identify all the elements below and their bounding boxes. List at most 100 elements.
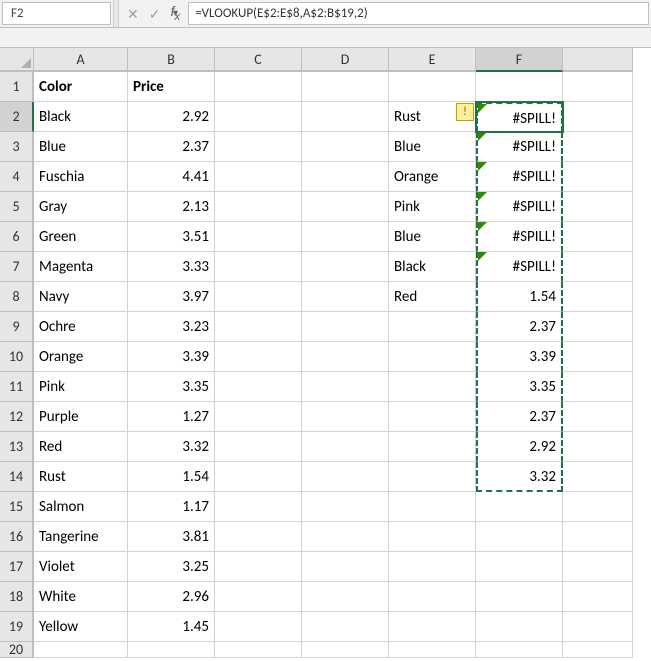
fx-icon[interactable]: fx [170, 4, 180, 22]
cell-B5[interactable]: 2.13 [128, 192, 215, 222]
cell-F6[interactable]: #SPILL! [476, 222, 563, 252]
cell-G11[interactable] [563, 372, 633, 402]
cell-C1[interactable] [215, 72, 302, 102]
cell-C12[interactable] [215, 402, 302, 432]
row-header-19[interactable]: 19 [0, 612, 34, 642]
cell-B10[interactable]: 3.39 [128, 342, 215, 372]
cell-D4[interactable] [302, 162, 389, 192]
cell-G3[interactable] [563, 132, 633, 162]
cell-D20[interactable] [302, 642, 389, 658]
row-header-20[interactable]: 20 [0, 642, 34, 658]
cell-B9[interactable]: 3.23 [128, 312, 215, 342]
cell-G9[interactable] [563, 312, 633, 342]
cell-E10[interactable] [389, 342, 476, 372]
col-header-C[interactable]: C [215, 48, 302, 72]
cell-A9[interactable]: Ochre [34, 312, 128, 342]
row-header-11[interactable]: 11 [0, 372, 34, 402]
cell-C8[interactable] [215, 282, 302, 312]
cell-C7[interactable] [215, 252, 302, 282]
cell-D10[interactable] [302, 342, 389, 372]
formula-input[interactable]: =VLOOKUP(E$2:E$8,A$2:B$19,2) [188, 2, 649, 25]
cell-B8[interactable]: 3.97 [128, 282, 215, 312]
row-header-3[interactable]: 3 [0, 132, 34, 162]
cell-A13[interactable]: Red [34, 432, 128, 462]
cell-D18[interactable] [302, 582, 389, 612]
cell-G4[interactable] [563, 162, 633, 192]
cell-A7[interactable]: Magenta [34, 252, 128, 282]
row-header-1[interactable]: 1 [0, 72, 34, 102]
cell-D7[interactable] [302, 252, 389, 282]
cell-B7[interactable]: 3.33 [128, 252, 215, 282]
row-header-16[interactable]: 16 [0, 522, 34, 552]
cell-G13[interactable] [563, 432, 633, 462]
cell-C13[interactable] [215, 432, 302, 462]
cell-C4[interactable] [215, 162, 302, 192]
cell-B6[interactable]: 3.51 [128, 222, 215, 252]
cell-A10[interactable]: Orange [34, 342, 128, 372]
cell-F15[interactable] [476, 492, 563, 522]
cell-C6[interactable] [215, 222, 302, 252]
cell-G2[interactable] [563, 102, 633, 132]
cell-E18[interactable] [389, 582, 476, 612]
cell-A5[interactable]: Gray [34, 192, 128, 222]
cell-G1[interactable] [563, 72, 633, 102]
row-header-15[interactable]: 15 [0, 492, 34, 522]
cell-F18[interactable] [476, 582, 563, 612]
cell-F10[interactable]: 3.39 [476, 342, 563, 372]
cell-E5[interactable]: Pink [389, 192, 476, 222]
cell-E9[interactable] [389, 312, 476, 342]
cell-B12[interactable]: 1.27 [128, 402, 215, 432]
cell-C20[interactable] [215, 642, 302, 658]
cell-A14[interactable]: Rust [34, 462, 128, 492]
cell-B14[interactable]: 1.54 [128, 462, 215, 492]
cell-B1[interactable]: Price [128, 72, 215, 102]
cell-C11[interactable] [215, 372, 302, 402]
cell-B4[interactable]: 4.41 [128, 162, 215, 192]
cell-C16[interactable] [215, 522, 302, 552]
cell-C14[interactable] [215, 462, 302, 492]
cell-C18[interactable] [215, 582, 302, 612]
cell-D6[interactable] [302, 222, 389, 252]
cell-A8[interactable]: Navy [34, 282, 128, 312]
row-header-6[interactable]: 6 [0, 222, 34, 252]
cell-G20[interactable] [563, 642, 633, 658]
cell-E7[interactable]: Black [389, 252, 476, 282]
row-header-17[interactable]: 17 [0, 552, 34, 582]
cell-B13[interactable]: 3.32 [128, 432, 215, 462]
cell-D14[interactable] [302, 462, 389, 492]
cell-C15[interactable] [215, 492, 302, 522]
cell-A1[interactable]: Color [34, 72, 128, 102]
name-box[interactable]: ▼ [2, 2, 111, 25]
row-header-7[interactable]: 7 [0, 252, 34, 282]
cell-F12[interactable]: 2.37 [476, 402, 563, 432]
cell-D9[interactable] [302, 312, 389, 342]
cell-B2[interactable]: 2.92 [128, 102, 215, 132]
cell-A15[interactable]: Salmon [34, 492, 128, 522]
cell-A2[interactable]: Black [34, 102, 128, 132]
cell-D19[interactable] [302, 612, 389, 642]
cell-B17[interactable]: 3.25 [128, 552, 215, 582]
cell-F14[interactable]: 3.32 [476, 462, 563, 492]
cell-E19[interactable] [389, 612, 476, 642]
cell-D2[interactable] [302, 102, 389, 132]
cell-E6[interactable]: Blue [389, 222, 476, 252]
cell-F20[interactable] [476, 642, 563, 658]
cell-E20[interactable] [389, 642, 476, 658]
cell-F11[interactable]: 3.35 [476, 372, 563, 402]
cell-C9[interactable] [215, 312, 302, 342]
cell-E4[interactable]: Orange [389, 162, 476, 192]
cell-D1[interactable] [302, 72, 389, 102]
cell-B20[interactable] [128, 642, 215, 658]
cell-F7[interactable]: #SPILL! [476, 252, 563, 282]
cell-B16[interactable]: 3.81 [128, 522, 215, 552]
cell-A19[interactable]: Yellow [34, 612, 128, 642]
col-header-B[interactable]: B [128, 48, 215, 72]
enter-icon[interactable]: ✓ [149, 7, 161, 21]
cell-C3[interactable] [215, 132, 302, 162]
col-header-D[interactable]: D [302, 48, 389, 72]
cell-D11[interactable] [302, 372, 389, 402]
row-header-5[interactable]: 5 [0, 192, 34, 222]
cell-A20[interactable] [34, 642, 128, 658]
cell-F17[interactable] [476, 552, 563, 582]
row-header-14[interactable]: 14 [0, 462, 34, 492]
